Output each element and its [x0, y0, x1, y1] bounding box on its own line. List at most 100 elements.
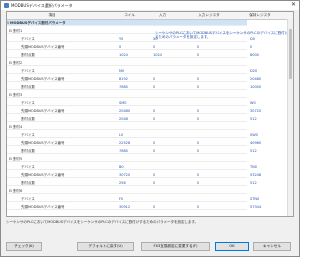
- table-row[interactable]: デバイス SM0 W0: [7, 100, 256, 106]
- collapse-toggle-icon[interactable]: ⊟: [7, 21, 9, 25]
- value-cell[interactable]: W0: [250, 101, 256, 105]
- close-icon[interactable]: ✕: [291, 2, 296, 8]
- value-cell[interactable]: 0: [197, 53, 199, 57]
- value-cell[interactable]: 10000: [250, 85, 261, 89]
- table-row[interactable]: 先頭MODBUSデバイス番号 8192 0 0 20480: [7, 76, 261, 82]
- value-cell[interactable]: D20: [250, 69, 257, 73]
- value-cell[interactable]: L0: [119, 133, 123, 137]
- table-row[interactable]: デバイス F0 STN0: [7, 196, 259, 202]
- value-cell[interactable]: 0: [197, 141, 199, 145]
- value-cell[interactable]: 1024: [119, 53, 128, 57]
- value-cell[interactable]: 0: [153, 109, 155, 113]
- group-row[interactable]: ⊟ 割付2: [7, 60, 247, 66]
- row-label: MODBUSデバイス割付パラメータ: [10, 21, 66, 25]
- table-row[interactable]: デバイス L0 SW0: [7, 132, 258, 138]
- value-cell[interactable]: 0: [153, 149, 155, 153]
- row-label: 割付点数: [21, 53, 35, 57]
- table-row[interactable]: 割付点数 2048 0 0 512: [7, 116, 257, 122]
- value-cell[interactable]: 0: [153, 173, 155, 177]
- value-cell[interactable]: 30720: [119, 173, 130, 177]
- value-cell[interactable]: 8000: [250, 53, 259, 57]
- value-cell[interactable]: 0: [197, 181, 199, 185]
- group-row[interactable]: ⊟ 割付3: [7, 92, 247, 98]
- value-cell[interactable]: 0: [197, 45, 199, 49]
- row-label: 割付4: [13, 125, 23, 129]
- collapse-toggle-icon[interactable]: ⊟: [9, 61, 12, 65]
- value-cell[interactable]: TN0: [250, 165, 257, 169]
- value-cell[interactable]: 0: [153, 205, 155, 209]
- value-cell[interactable]: Y0: [119, 37, 123, 41]
- value-cell[interactable]: 0: [153, 181, 155, 185]
- group-row[interactable]: ⊟ 割付5: [7, 156, 247, 162]
- fx3-compat-button[interactable]: FX3互換設定に変更する(F): [141, 242, 210, 251]
- row-label: 先頭MODBUSデバイス番号: [21, 173, 65, 177]
- value-cell[interactable]: 7680: [119, 149, 128, 153]
- row-label: デバイス: [21, 165, 35, 169]
- value-cell[interactable]: 256: [119, 181, 126, 185]
- collapse-toggle-icon[interactable]: ⊟: [9, 157, 12, 161]
- value-cell[interactable]: 20480: [119, 109, 130, 113]
- section-row[interactable]: ⊟ MODBUSデバイス割付パラメータ: [7, 20, 247, 26]
- vertical-scrollbar[interactable]: [287, 19, 293, 216]
- table-row[interactable]: 先頭MODBUSデバイス番号 30720 0 0 53248: [7, 172, 261, 178]
- value-cell[interactable]: 0: [197, 205, 199, 209]
- value-cell[interactable]: 0: [119, 45, 121, 49]
- value-cell[interactable]: 0: [197, 77, 199, 81]
- scrollbar-thumb[interactable]: [289, 29, 292, 79]
- value-cell[interactable]: 0: [153, 45, 155, 49]
- table-row[interactable]: デバイス B0 TN0: [7, 164, 257, 170]
- value-cell[interactable]: 0: [197, 149, 199, 153]
- value-cell[interactable]: F0: [119, 197, 123, 201]
- value-cell[interactable]: 7680: [119, 85, 128, 89]
- value-cell[interactable]: 1024: [153, 53, 162, 57]
- value-cell[interactable]: 0: [153, 85, 155, 89]
- value-cell[interactable]: 0: [197, 173, 199, 177]
- row-label: デバイス: [21, 197, 35, 201]
- value-cell[interactable]: 0: [197, 85, 199, 89]
- collapse-toggle-icon[interactable]: ⊟: [9, 29, 12, 33]
- table-row[interactable]: 割付点数 1024 1024 0 8000: [7, 52, 259, 58]
- value-cell[interactable]: SM0: [119, 101, 126, 105]
- value-cell[interactable]: 30912: [119, 205, 130, 209]
- ok-button[interactable]: OK: [215, 242, 249, 251]
- value-cell[interactable]: 40960: [250, 141, 261, 145]
- value-cell[interactable]: 57344: [250, 205, 261, 209]
- value-cell[interactable]: B0: [119, 165, 124, 169]
- collapse-toggle-icon[interactable]: ⊟: [9, 125, 12, 129]
- cancel-button[interactable]: キャンセル: [253, 242, 291, 251]
- table-row[interactable]: 先頭MODBUSデバイス番号 20480 0 0 30720: [7, 108, 261, 114]
- value-cell[interactable]: 512: [250, 117, 257, 121]
- collapse-toggle-icon[interactable]: ⊟: [9, 189, 12, 193]
- value-cell[interactable]: 2048: [119, 117, 128, 121]
- default-button[interactable]: デフォルトに戻す(U): [77, 242, 134, 251]
- value-cell[interactable]: 8192: [119, 77, 128, 81]
- check-button[interactable]: チェック(K): [6, 242, 42, 251]
- value-cell[interactable]: 512: [250, 181, 257, 185]
- value-cell[interactable]: 20480: [250, 77, 261, 81]
- table-row[interactable]: 先頭MODBUSデバイス番号 30912 0 0 57344: [7, 204, 261, 210]
- parameter-grid: 項目 コイル 入力 入力レジスタ 保持レジスタ ⊟ MODBUSデバイス割付パラメ…: [6, 11, 294, 217]
- value-cell[interactable]: 53248: [250, 173, 261, 177]
- value-cell[interactable]: 0: [153, 77, 155, 81]
- value-cell[interactable]: 0: [197, 109, 199, 113]
- table-row[interactable]: 割付点数 7680 0 0 10000: [7, 84, 261, 90]
- value-cell[interactable]: STN0: [250, 197, 259, 201]
- group-row[interactable]: ⊟ 割付4: [7, 124, 247, 130]
- table-row[interactable]: デバイス M0 D20: [7, 68, 257, 74]
- collapse-toggle-icon[interactable]: ⊟: [9, 93, 12, 97]
- table-row[interactable]: 先頭MODBUSデバイス番号 22528 0 0 40960: [7, 140, 261, 146]
- row-label: 割付点数: [21, 181, 35, 185]
- value-cell[interactable]: 30720: [250, 109, 261, 113]
- value-cell[interactable]: 0: [197, 117, 199, 121]
- table-row[interactable]: 先頭MODBUSデバイス番号 0 0 0 0: [7, 44, 252, 50]
- value-cell[interactable]: 512: [250, 149, 257, 153]
- value-cell[interactable]: 0: [153, 117, 155, 121]
- value-cell[interactable]: 22528: [119, 141, 130, 145]
- value-cell[interactable]: 0: [250, 45, 252, 49]
- value-cell[interactable]: 0: [153, 141, 155, 145]
- table-row[interactable]: 割付点数 7680 0 0 512: [7, 148, 257, 154]
- value-cell[interactable]: M0: [119, 69, 124, 73]
- group-row[interactable]: ⊟ 割付6: [7, 188, 247, 194]
- value-cell[interactable]: SW0: [250, 133, 258, 137]
- table-row[interactable]: 割付点数 256 0 0 512: [7, 180, 257, 186]
